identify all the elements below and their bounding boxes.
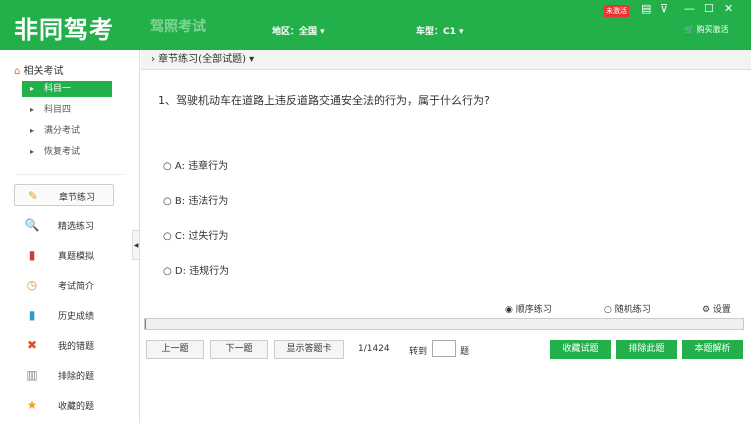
exam-full-score[interactable]: 满分考试 <box>22 123 112 139</box>
nav-icon: ★ <box>26 398 38 412</box>
nav-label: 我的错题 <box>58 342 95 352</box>
option-c[interactable]: ○ C: 过失行为 <box>163 227 228 242</box>
nav-icon: ◷ <box>26 278 38 292</box>
goto-label: 转到 <box>409 347 428 357</box>
explain-question-button[interactable]: 本题解析 <box>682 340 743 359</box>
sidebar-nav-item[interactable]: ✎ 章节练习 <box>14 184 114 206</box>
activation-badge[interactable]: 未激活 <box>604 5 629 17</box>
header: 非同驾考 驾照考试 地区：全国 ▾ 车型：C1 ▾ 未激活 ▤ ⊽ — ☐ ✕ … <box>0 0 751 50</box>
random-mode-radio[interactable]: ○ 随机练习 <box>604 302 651 315</box>
app-subtitle: 驾照考试 <box>150 19 206 35</box>
nav-label: 真题模拟 <box>58 252 95 262</box>
menu-icon[interactable]: ▤ <box>641 2 651 15</box>
nav-label: 排除的题 <box>58 372 95 382</box>
home-icon: ⌂ <box>14 66 21 77</box>
nav-icon: ✖ <box>26 338 38 352</box>
app-logo: 非同驾考 <box>14 16 114 44</box>
sidebar-nav-item[interactable]: 🔍 精选练习 <box>14 214 114 236</box>
nav-label: 精选练习 <box>58 222 95 232</box>
exam-resume[interactable]: 恢复考试 <box>22 144 112 160</box>
nav-icon: ✎ <box>27 189 39 203</box>
related-exams-heading: ⌂ 相关考试 <box>14 62 64 77</box>
next-button[interactable]: 下一题 <box>210 340 268 359</box>
close-button[interactable]: ✕ <box>724 2 733 15</box>
settings-button[interactable]: ⚙ 设置 <box>702 302 731 315</box>
goto-suffix: 题 <box>460 347 470 357</box>
progress-bar <box>144 318 744 330</box>
minimize-button[interactable]: — <box>684 2 695 15</box>
exam-subject-4[interactable]: 科目四 <box>22 102 112 118</box>
option-d[interactable]: ○ D: 违规行为 <box>163 262 229 277</box>
dropdown-icon[interactable]: ⊽ <box>660 2 668 15</box>
nav-icon: ▥ <box>26 368 38 382</box>
sidebar: ⌂ 相关考试 科目一 科目四 满分考试 恢复考试 ✎ 章节练习 🔍 精选练习 ▮ 真题模拟… <box>0 50 140 423</box>
sidebar-nav-item[interactable]: ◷ 考试简介 <box>14 274 114 296</box>
sidebar-nav-item[interactable]: ▮ 历史成绩 <box>14 304 114 326</box>
sidebar-nav-item[interactable]: ★ 收藏的题 <box>14 394 114 416</box>
goto-input[interactable] <box>432 340 456 357</box>
nav-icon: ▮ <box>28 308 36 322</box>
nav-label: 章节练习 <box>59 193 96 203</box>
collect-question-button[interactable]: 收藏试题 <box>550 340 611 359</box>
show-answer-card-button[interactable]: 显示答题卡 <box>274 340 344 359</box>
maximize-button[interactable]: ☐ <box>704 2 714 15</box>
sidebar-nav-item[interactable]: ✖ 我的错题 <box>14 334 114 356</box>
exclude-question-button[interactable]: 排除此题 <box>616 340 677 359</box>
divider <box>16 174 126 175</box>
nav-label: 历史成绩 <box>58 312 95 322</box>
breadcrumb[interactable]: › 章节练习(全部试题) ▾ <box>141 50 751 70</box>
sidebar-nav-item[interactable]: ▥ 排除的题 <box>14 364 114 386</box>
nav-label: 考试简介 <box>58 282 95 292</box>
option-a[interactable]: ○ A: 违章行为 <box>163 157 228 172</box>
option-b[interactable]: ○ B: 违法行为 <box>163 192 228 207</box>
prev-button[interactable]: 上一题 <box>146 340 204 359</box>
region-select[interactable]: 地区：全国 ▾ <box>272 24 325 37</box>
car-type-select[interactable]: 车型：C1 ▾ <box>416 24 464 37</box>
nav-icon: 🔍 <box>24 218 40 232</box>
exam-subject-1[interactable]: 科目一 <box>22 81 112 97</box>
sidebar-nav-item[interactable]: ▮ 真题模拟 <box>14 244 114 266</box>
nav-icon: ▮ <box>28 248 36 262</box>
progress-text: 1/1424 <box>358 344 390 354</box>
question-text: 1、驾驶机动车在道路上违反道路交通安全法的行为，属于什么行为? <box>158 94 490 107</box>
section-label: 相关考试 <box>23 66 64 77</box>
buy-activation-link[interactable]: 🛒 购买激活 <box>684 24 729 35</box>
nav-label: 收藏的题 <box>58 402 95 412</box>
sequential-mode-radio[interactable]: ◉ 顺序练习 <box>505 302 552 315</box>
collapse-sidebar-button[interactable]: ◀ <box>132 230 140 260</box>
